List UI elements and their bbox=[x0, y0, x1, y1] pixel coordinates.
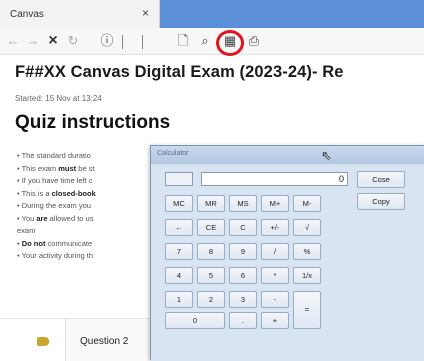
page-title: F##XX Canvas Digital Exam (2023-24)- Re bbox=[15, 63, 344, 81]
key-9[interactable]: 9 bbox=[229, 243, 257, 260]
mouse-cursor-icon: ⇖ bbox=[321, 148, 332, 163]
browser-toolbar: ← → × ↻ ⓘ 🗋 ⌕ ▦ ⎙ bbox=[0, 28, 424, 55]
toolbar-divider bbox=[142, 35, 143, 49]
key-m-minus[interactable]: M- bbox=[293, 195, 321, 212]
forward-arrow-icon[interactable]: → bbox=[24, 31, 42, 51]
back-arrow-icon[interactable]: ← bbox=[4, 31, 22, 51]
key-ms[interactable]: MS bbox=[229, 195, 257, 212]
key-percent[interactable]: % bbox=[293, 243, 321, 260]
key-m-plus[interactable]: M+ bbox=[261, 195, 289, 212]
key-c[interactable]: C bbox=[229, 219, 257, 236]
key-1[interactable]: 1 bbox=[165, 291, 193, 308]
info-icon[interactable]: ⓘ bbox=[98, 31, 116, 51]
calculator-body: 0 Cose Copy MC MR MS M+ M- ← CE C +/- √ … bbox=[151, 164, 424, 361]
toolbar-divider bbox=[122, 35, 123, 49]
key-plus-minus[interactable]: +/- bbox=[261, 219, 289, 236]
key-sqrt[interactable]: √ bbox=[293, 219, 321, 236]
key-equals[interactable]: = bbox=[293, 291, 321, 329]
page-icon[interactable]: 🗋 bbox=[174, 31, 192, 51]
tab-title: Canvas bbox=[10, 9, 44, 20]
started-timestamp: Started: 15 Nov at 13:24 bbox=[15, 94, 102, 103]
browser-tab[interactable]: Canvas × bbox=[0, 0, 160, 28]
calc-copy-button[interactable]: Copy bbox=[357, 193, 405, 210]
key-ce[interactable]: CE bbox=[197, 219, 225, 236]
tab-close-icon[interactable]: × bbox=[142, 6, 149, 20]
key-decimal[interactable]: . bbox=[229, 312, 257, 329]
key-backspace[interactable]: ← bbox=[165, 219, 193, 236]
key-8[interactable]: 8 bbox=[197, 243, 225, 260]
search-icon[interactable]: ⌕ bbox=[196, 31, 214, 51]
print-icon[interactable]: ⎙ bbox=[245, 31, 263, 51]
calculator-highlight-ring bbox=[216, 30, 244, 56]
key-reciprocal[interactable]: 1/x bbox=[293, 267, 321, 284]
key-6[interactable]: 6 bbox=[229, 267, 257, 284]
calculator-title: Calculator bbox=[157, 150, 189, 157]
key-plus[interactable]: + bbox=[261, 312, 289, 329]
memory-indicator bbox=[165, 172, 193, 186]
key-7[interactable]: 7 bbox=[165, 243, 193, 260]
browser-tab-bar: Canvas × bbox=[0, 0, 424, 28]
key-3[interactable]: 3 bbox=[229, 291, 257, 308]
key-mr[interactable]: MR bbox=[197, 195, 225, 212]
calc-close-button[interactable]: Cose bbox=[357, 171, 405, 188]
reload-icon[interactable]: ↻ bbox=[64, 31, 82, 51]
key-0[interactable]: 0 bbox=[165, 312, 225, 329]
calculator-display: 0 bbox=[201, 172, 348, 186]
stop-icon[interactable]: × bbox=[44, 31, 62, 51]
question-label: Question 2 bbox=[80, 336, 129, 347]
calculator-titlebar[interactable]: Calculator ⇖ bbox=[151, 146, 424, 164]
key-mc[interactable]: MC bbox=[165, 195, 193, 212]
key-5[interactable]: 5 bbox=[197, 267, 225, 284]
section-heading: Quiz instructions bbox=[15, 112, 171, 133]
key-divide[interactable]: / bbox=[261, 243, 289, 260]
key-4[interactable]: 4 bbox=[165, 267, 193, 284]
calculator-window: Calculator ⇖ 0 Cose Copy MC MR MS M+ M- … bbox=[150, 145, 424, 361]
question-flag-icon[interactable] bbox=[37, 337, 49, 346]
key-minus[interactable]: - bbox=[261, 291, 289, 308]
key-multiply[interactable]: * bbox=[261, 267, 289, 284]
key-2[interactable]: 2 bbox=[197, 291, 225, 308]
